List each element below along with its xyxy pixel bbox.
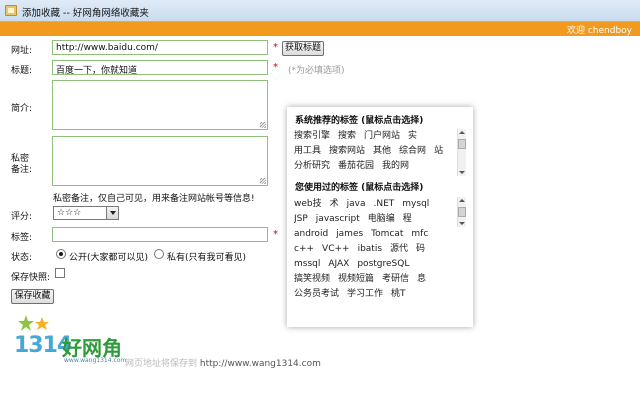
tag-suggestion-panel: 系统推荐的标签 (鼠标点击选择) 搜索引擎 搜索 门户网站 实用工具 搜索网站 其他 综合网… [287,107,473,327]
snapshot-checkbox[interactable] [55,268,65,278]
welcome-text: 欢迎 chendboy [566,26,632,36]
window-titlebar: 添加收藏 -- 好网角网络收藏夹 [0,0,640,22]
folder-icon [5,5,17,16]
url-input[interactable]: http://www.baidu.com/ [52,40,268,55]
tag-item[interactable]: 术 [330,197,339,212]
tag-item[interactable]: 电脑编 [368,212,395,227]
save-button[interactable]: 保存收藏 [11,289,54,304]
footer-note-text: 网页地址将保存到 [125,359,198,369]
tag-item[interactable]: 视频短篇 [338,272,374,287]
tag-item[interactable]: 桃T [391,287,406,302]
tags-label: 标签: [11,233,33,243]
tag-item[interactable]: 程 [403,212,412,227]
tag-item[interactable]: 站 [434,144,443,159]
tag-item[interactable]: VC++ [322,242,350,257]
logo-site: www.wang1314.com [64,357,127,364]
tag-item[interactable]: 实 [408,129,417,144]
used-tags-title: 您使用过的标签 (鼠标点击选择) [295,183,424,193]
window-title: 添加收藏 -- 好网角网络收藏夹 [22,8,149,19]
tag-item[interactable]: ibatis [358,242,382,257]
tag-item[interactable]: 学习工作 [347,287,383,302]
scroll-down-icon[interactable] [458,219,466,227]
tag-item[interactable]: 其他 [373,144,391,159]
title-label: 标题: [11,66,33,76]
private-note-textarea[interactable] [52,136,268,186]
url-required-mark: * [273,42,278,53]
tag-item[interactable]: web技 [294,197,322,212]
tag-item[interactable]: Tomcat [371,227,403,242]
fetch-title-button[interactable]: 获取标题 [282,41,324,56]
tag-item[interactable]: AJAX [328,257,349,272]
used-scrollbar[interactable] [457,197,466,227]
resize-grip-icon[interactable] [260,178,266,184]
tag-item[interactable]: .NET [374,197,395,212]
url-label: 网址: [11,46,33,56]
intro-label: 简介: [11,104,33,114]
title-input[interactable]: 百度一下，你就知道 [52,60,268,75]
tag-item[interactable]: 码 [416,242,425,257]
chevron-down-icon[interactable] [106,207,118,219]
tag-item[interactable]: 我的网 [382,159,409,174]
status-private-radio[interactable] [154,249,164,259]
resize-grip-icon[interactable] [260,122,266,128]
tag-item[interactable]: 搜索 [338,129,356,144]
tag-item[interactable]: javascript [316,212,360,227]
tag-item[interactable]: 搞笑视频 [294,272,330,287]
tag-item[interactable]: 番茄花园 [338,159,374,174]
recommended-scrollbar[interactable] [457,129,466,176]
recommended-tags-list: 搜索引擎 搜索 门户网站 实用工具 搜索网站 其他 综合网 站分析研究 番茄花园 我的网 [294,129,466,176]
tag-item[interactable]: mfc [411,227,428,242]
status-public-label[interactable]: 公开(大家都可以见) [69,250,148,263]
tag-item[interactable]: 考研信 [382,272,409,287]
scrollbar-thumb[interactable] [458,139,466,149]
status-private-label[interactable]: 私有(只有我可看见) [167,250,246,263]
site-logo: 1314 好网角 www.wang1314.com [10,313,130,373]
tag-item[interactable]: c++ [294,242,314,257]
tag-item[interactable]: 用工具 [294,144,321,159]
tag-item[interactable]: 搜索网站 [329,144,365,159]
tag-item[interactable]: postgreSQL [357,257,409,272]
tag-item[interactable]: 综合网 [399,144,426,159]
private-label-line2: 备注: [11,165,33,175]
scroll-up-icon[interactable] [458,129,466,137]
tag-item[interactable]: mysql [402,197,429,212]
used-tags-list: web技术 java .NET mysql JSP javascript 电脑编 程 andro… [294,197,466,322]
tag-item[interactable]: 公务员考试 [294,287,339,302]
tags-required-mark: * [273,229,278,240]
footer-note: 网页地址将保存到 http://www.wang1314.com [125,356,321,369]
snapshot-label: 保存快照: [11,273,51,283]
rating-label: 评分: [11,212,33,222]
tag-item[interactable]: 门户网站 [364,129,400,144]
tag-item[interactable]: 息 [417,272,426,287]
title-required-mark: * [273,62,278,73]
private-hint: 私密备注，仅自己可见，用来备注网站帐号等信息! [53,194,255,204]
status-public-radio[interactable] [56,249,66,259]
scrollbar-thumb[interactable] [458,207,466,217]
tag-item[interactable]: 搜索引擎 [294,129,330,144]
tag-item[interactable]: 分析研究 [294,159,330,174]
recommended-tags-title: 系统推荐的标签 (鼠标点击选择) [295,116,424,126]
scroll-down-icon[interactable] [458,168,466,176]
tag-item[interactable]: JSP [294,212,308,227]
tag-item[interactable]: james [336,227,363,242]
intro-textarea[interactable] [52,80,268,130]
rating-value: ☆☆☆ [57,208,82,218]
status-label: 状态: [11,253,33,263]
tags-input[interactable] [52,227,268,242]
required-note: (*为必填选项) [288,66,345,76]
scroll-up-icon[interactable] [458,197,466,205]
tag-item[interactable]: java [347,197,366,212]
rating-select[interactable]: ☆☆☆ [53,206,119,220]
tag-item[interactable]: 源代 [390,242,408,257]
tag-item[interactable]: android [294,227,328,242]
user-bar: 欢迎 chendboy [0,22,640,36]
footer-url-link[interactable]: http://www.wang1314.com [200,359,321,369]
tag-item[interactable]: mssql [294,257,320,272]
